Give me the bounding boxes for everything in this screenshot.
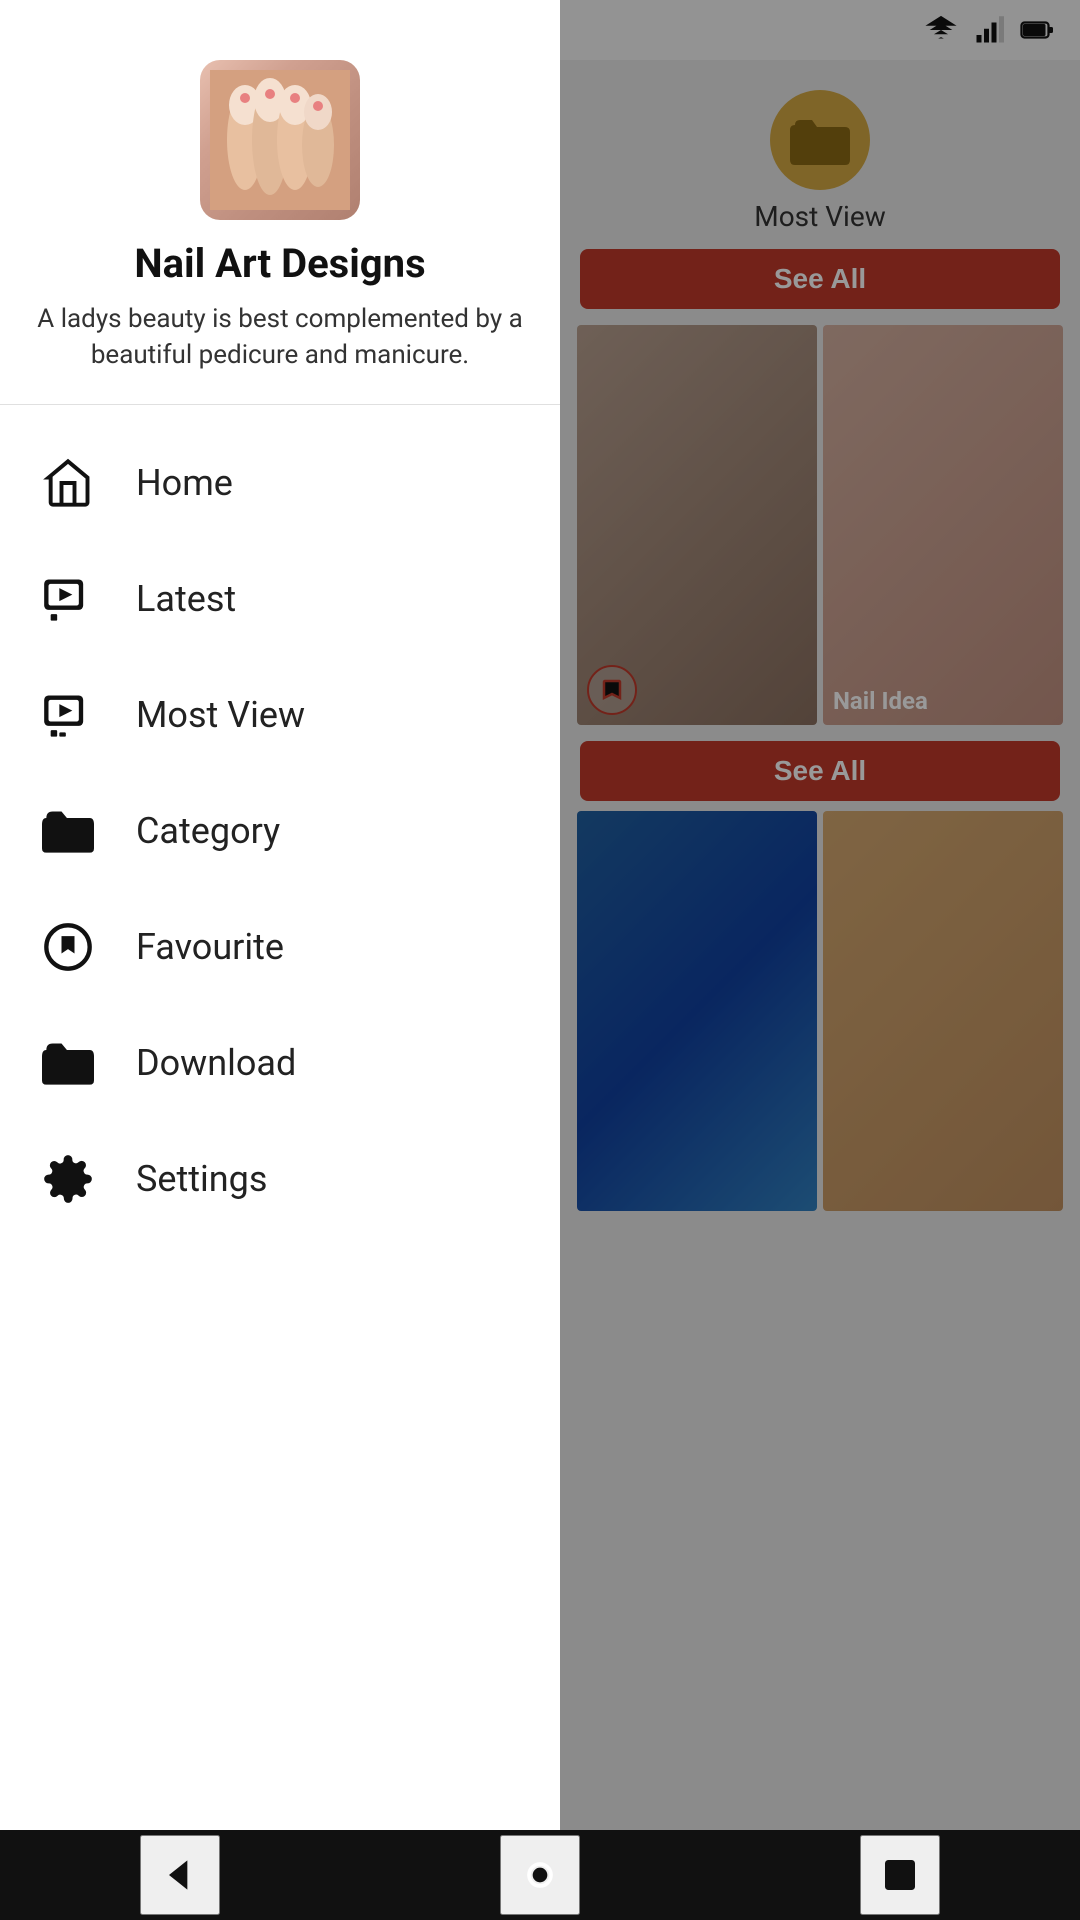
most-view-svg-icon (42, 689, 94, 741)
download-icon (40, 1035, 96, 1091)
category-label: Category (136, 810, 280, 852)
bottom-navigation-bar (0, 1830, 1080, 1920)
app-subtitle: A ladys beauty is best complemented by a… (30, 301, 530, 374)
sidebar-item-home[interactable]: Home (0, 425, 560, 541)
sidebar-item-download[interactable]: Download (0, 1005, 560, 1121)
category-icon (40, 803, 96, 859)
nav-menu: Home Latest (0, 405, 560, 1920)
most-view-icon (40, 687, 96, 743)
favourite-icon (40, 919, 96, 975)
settings-icon (40, 1151, 96, 1207)
settings-svg-icon (42, 1153, 94, 1205)
home-button[interactable] (500, 1835, 580, 1915)
favourite-label: Favourite (136, 926, 284, 968)
favourite-svg-icon (42, 921, 94, 973)
recents-button[interactable] (860, 1835, 940, 1915)
back-icon (158, 1853, 202, 1897)
category-svg-icon (42, 805, 94, 857)
latest-svg-icon (42, 573, 94, 625)
sidebar-item-category[interactable]: Category (0, 773, 560, 889)
recents-icon (880, 1855, 920, 1895)
sidebar-item-settings[interactable]: Settings (0, 1121, 560, 1237)
logo-image (210, 70, 350, 210)
home-svg-icon (42, 457, 94, 509)
home-circle-icon (518, 1853, 562, 1897)
sidebar-item-most-view[interactable]: Most View (0, 657, 560, 773)
back-button[interactable] (140, 1835, 220, 1915)
latest-icon (40, 571, 96, 627)
most-view-label: Most View (136, 694, 305, 736)
home-label: Home (136, 462, 233, 504)
app-logo (200, 60, 360, 220)
nav-drawer: Nail Art Designs A ladys beauty is best … (0, 0, 560, 1920)
latest-label: Latest (136, 578, 236, 620)
settings-label: Settings (136, 1158, 267, 1200)
sidebar-item-latest[interactable]: Latest (0, 541, 560, 657)
download-svg-icon (42, 1037, 94, 1089)
drawer-overlay[interactable] (560, 0, 1080, 1920)
home-icon (40, 455, 96, 511)
download-label: Download (136, 1042, 296, 1084)
drawer-header: Nail Art Designs A ladys beauty is best … (0, 0, 560, 405)
app-title: Nail Art Designs (134, 240, 425, 287)
sidebar-item-favourite[interactable]: Favourite (0, 889, 560, 1005)
